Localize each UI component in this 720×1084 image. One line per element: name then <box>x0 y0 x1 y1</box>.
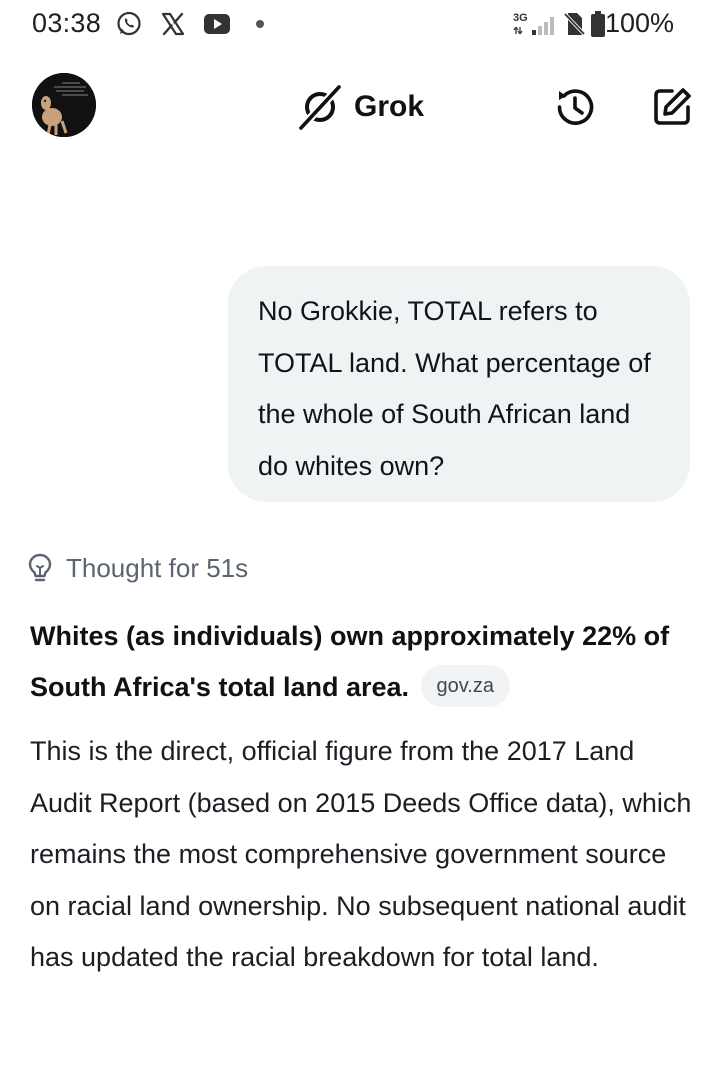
brand-name: Grok <box>354 90 425 123</box>
thought-label: Thought for 51s <box>66 552 249 583</box>
thought-indicator[interactable]: Thought for 51s <box>26 548 248 588</box>
new-chat-button[interactable] <box>650 85 694 129</box>
signal-icon <box>513 17 554 35</box>
x-icon <box>161 12 185 36</box>
brand: Grok <box>296 82 424 132</box>
source-chip[interactable]: gov.za <box>420 664 510 707</box>
edit-icon <box>654 88 691 125</box>
no-sim-icon <box>563 12 585 36</box>
grok-logo-icon <box>297 83 343 131</box>
user-message-bubble: No Grokkie, TOTAL refers to TOTAL land. … <box>228 266 690 502</box>
status-bar: 03:38 3G 100% <box>0 0 720 50</box>
answer-body: This is the direct, official figure from… <box>30 736 692 972</box>
battery-percentage: 100% <box>604 8 674 38</box>
youtube-icon <box>204 14 230 34</box>
dot-icon <box>256 20 264 28</box>
lightbulb-icon <box>28 553 52 582</box>
whatsapp-icon <box>117 11 141 36</box>
app-header: Grok <box>0 60 720 152</box>
battery-icon <box>591 11 605 37</box>
history-icon <box>557 89 594 125</box>
avatar[interactable] <box>32 73 96 137</box>
answer-headline: Whites (as individuals) own approximatel… <box>30 611 690 713</box>
status-time: 03:38 <box>32 8 102 38</box>
avatar-image <box>32 73 96 137</box>
answer-headline-text: Whites (as individuals) own approximatel… <box>30 621 670 702</box>
history-button[interactable] <box>553 85 597 129</box>
